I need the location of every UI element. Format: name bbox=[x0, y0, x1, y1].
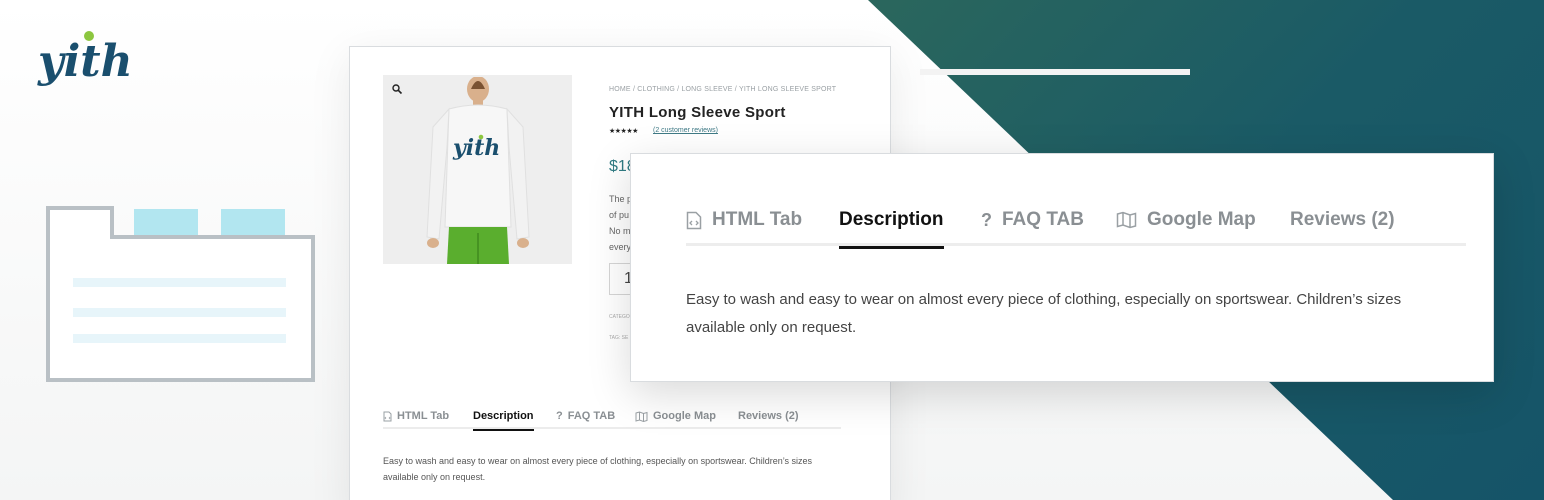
tab-label: FAQ TAB bbox=[567, 410, 616, 422]
customer-reviews-link[interactable]: (2 customer reviews) bbox=[653, 127, 718, 134]
tab-faq[interactable]: ? FAQ TAB bbox=[981, 208, 1084, 232]
tab-reviews[interactable]: Reviews (2) bbox=[738, 407, 799, 425]
tab-label: FAQ TAB bbox=[1002, 209, 1084, 230]
description-line: Easy to wash and easy to wear on almost … bbox=[686, 291, 1402, 308]
file-code-icon bbox=[383, 411, 392, 422]
tag-meta: TAG: SE bbox=[609, 335, 629, 341]
tab-label: Google Map bbox=[653, 410, 716, 422]
shirt-model-image: yith bbox=[426, 77, 530, 264]
file-code-icon bbox=[686, 211, 702, 230]
description-text-large: Easy to wash and easy to wear on almost … bbox=[686, 286, 1466, 342]
tab-label: Google Map bbox=[1147, 209, 1256, 230]
tab-google-map[interactable]: Google Map bbox=[1116, 208, 1256, 232]
description-text-small: Easy to wash and easy to wear on almost … bbox=[383, 453, 843, 485]
short-description-line: The p bbox=[609, 194, 633, 204]
question-icon: ? bbox=[556, 410, 563, 422]
top-strip bbox=[920, 69, 1190, 75]
tab-label: Reviews (2) bbox=[1290, 209, 1395, 230]
tab-label: Description bbox=[839, 209, 944, 230]
question-icon: ? bbox=[981, 209, 992, 230]
rating-stars: ★★★★★ bbox=[609, 128, 638, 135]
tab-description[interactable]: Description bbox=[473, 407, 534, 431]
tab-google-map[interactable]: Google Map bbox=[635, 407, 716, 425]
category-meta: CATEGO bbox=[609, 314, 630, 320]
tab-label: HTML Tab bbox=[712, 209, 803, 230]
product-tabs-small: HTML Tab Description ? FAQ TAB Google Ma… bbox=[383, 403, 841, 431]
tab-html[interactable]: HTML Tab bbox=[383, 407, 449, 425]
svg-text:yith: yith bbox=[452, 135, 500, 161]
short-description-line: of pu bbox=[609, 210, 630, 220]
description-line: available only on request. bbox=[383, 472, 486, 482]
description-line: Easy to wash and easy to wear on almost … bbox=[383, 456, 813, 466]
description-line: available only on request. bbox=[686, 319, 857, 336]
map-icon bbox=[635, 410, 648, 422]
yith-logo-mark: yith bbox=[37, 31, 133, 87]
map-icon bbox=[1116, 211, 1137, 229]
short-description-line: every bbox=[609, 242, 632, 252]
short-description-line: No m bbox=[609, 226, 631, 236]
tab-label: HTML Tab bbox=[397, 410, 450, 422]
zoom-icon[interactable] bbox=[391, 83, 403, 95]
product-image[interactable]: yith bbox=[383, 75, 572, 264]
tab-label: Description bbox=[473, 410, 534, 422]
product-title: YITH Long Sleeve Sport bbox=[609, 104, 786, 121]
product-tabs-large: HTML Tab Description ? FAQ TAB Google Ma… bbox=[686, 200, 1466, 249]
folder-illustration bbox=[46, 206, 318, 386]
svg-text:yith: yith bbox=[37, 36, 132, 87]
short-description: The p of pu No m every bbox=[609, 191, 632, 255]
tab-faq[interactable]: ? FAQ TAB bbox=[556, 407, 615, 425]
tab-html[interactable]: HTML Tab bbox=[686, 208, 802, 232]
breadcrumb[interactable]: HOME / CLOTHING / LONG SLEEVE / YITH LON… bbox=[609, 86, 836, 93]
tab-label: Reviews (2) bbox=[738, 410, 799, 422]
tabs-zoom-card: HTML Tab Description ? FAQ TAB Google Ma… bbox=[630, 153, 1494, 382]
yith-logo: yith bbox=[36, 26, 133, 90]
tab-reviews[interactable]: Reviews (2) bbox=[1290, 208, 1395, 232]
tab-description[interactable]: Description bbox=[839, 208, 944, 249]
